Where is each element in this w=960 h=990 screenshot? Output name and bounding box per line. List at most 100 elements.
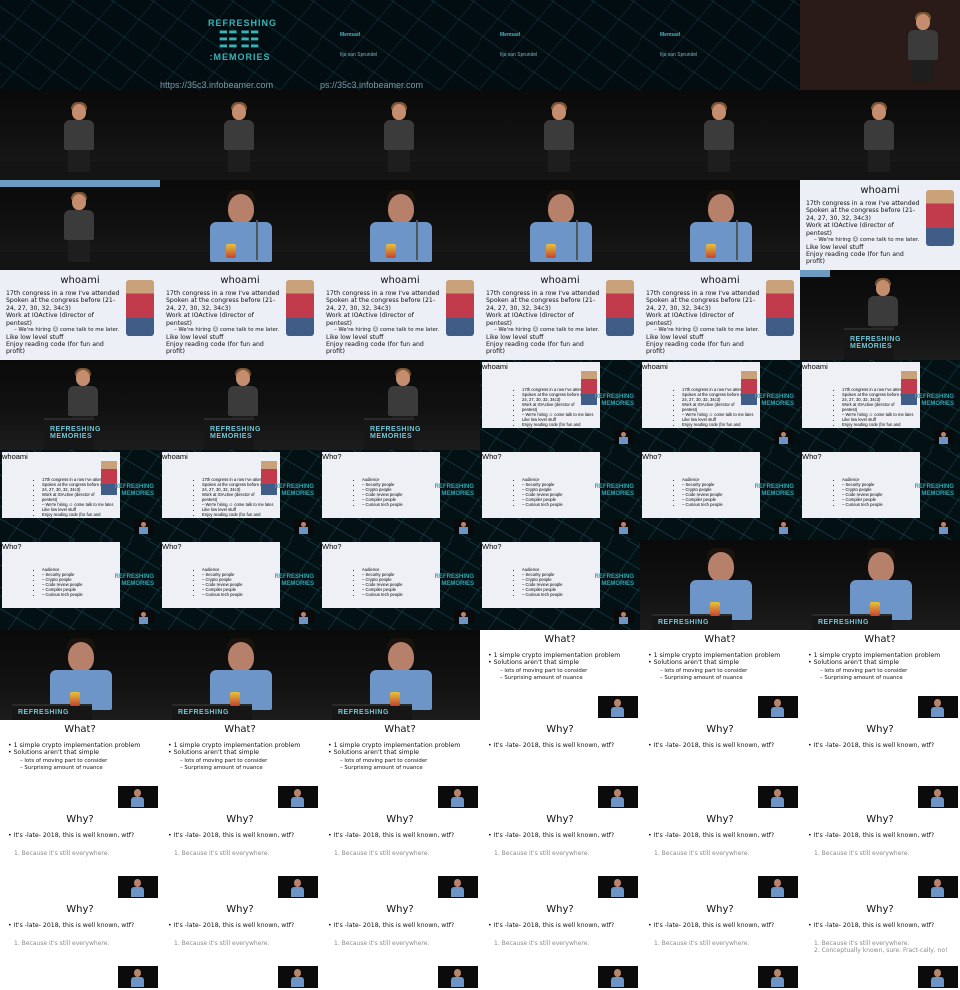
slide-bullet: 24, 27, 30, 32, 34c3) <box>806 214 871 222</box>
slide-bullet: 17th congress in a row I've attended <box>6 290 120 297</box>
slide-bullets: Audience– Security people– Crypto people… <box>162 567 280 597</box>
slide-bullet: profit) <box>166 348 185 356</box>
podium: REFRESHING <box>332 704 412 720</box>
slide-bullet: • 1 simple crypto implementation problem <box>488 652 621 659</box>
slide-bullet: pentest) <box>326 319 352 327</box>
speaker-pip <box>598 876 638 898</box>
slide-bullet: Spoken at the congress before (21- <box>486 297 596 305</box>
slide-inset: whoami17th congress in a row I've attend… <box>2 452 120 518</box>
slide-title: Why? <box>386 904 414 915</box>
podium: REFRESHING <box>12 704 92 720</box>
speaker-pip <box>934 520 954 534</box>
speaker-pip <box>918 876 958 898</box>
slide-title: Why? <box>226 814 254 825</box>
video-frame: Who? Audience– Security people– Crypto pe… <box>160 540 320 630</box>
slide-bullet: – lots of moving part to consider <box>180 758 268 764</box>
video-frame: whoami17th congress in a row I've attend… <box>480 270 640 360</box>
slide-inset: Who? Audience– Security people– Crypto pe… <box>482 452 600 518</box>
slide-bullet: Enjoy reading code (for fun and <box>166 341 264 349</box>
slide-bullets: • 1 simple crypto implementation problem… <box>328 742 460 757</box>
slide-bullet: • Solutions aren't that simple <box>8 749 99 757</box>
slide-inset: Who? Audience– Security people– Crypto pe… <box>322 452 440 518</box>
slide-bullet: profit) <box>842 427 920 428</box>
slide-bullet: 1. Because it's still everywhere. <box>174 850 270 857</box>
conference-logo: REFRESHING ☷☷:MEMORIES <box>208 18 278 62</box>
slide-bullet: • It's -late- 2018, this is well known, … <box>488 742 615 749</box>
slide-title: Why? <box>706 814 734 825</box>
slide-bullet: 24, 27, 30, 32, 34c3) <box>6 304 71 312</box>
slide-bullet: 1. Because it's still everywhere. <box>14 940 110 947</box>
slide-inset: whoami17th congress in a row I've attend… <box>162 452 280 518</box>
slide-title: Why? <box>866 814 894 825</box>
slide-bullet: 24, 27, 30, 32, 34c3) <box>326 304 391 312</box>
slide-bullet: • It's -late- 2018, this is well known, … <box>168 922 295 929</box>
video-frame: Who? Audience– Security people– Crypto pe… <box>480 450 640 540</box>
url-overlay: https://35c3.infobeamer.com <box>160 80 274 90</box>
slide-bullets: 1. Because it's still everywhere. 2. Conc… <box>814 940 948 955</box>
slide-bullets: • 1 simple crypto implementation problem… <box>648 652 780 667</box>
video-frame: Why? • It's -late- 2018, this is well kno… <box>160 900 320 990</box>
slide-inset: Who? Audience– Security people– Crypto pe… <box>802 452 920 518</box>
video-frame <box>160 90 320 180</box>
slide-bullet: – Curious tech people <box>362 502 440 507</box>
video-frame: REFRESHING <box>800 540 960 630</box>
speaker-pip <box>758 876 798 898</box>
slide-bullets: • 1 simple crypto implementation problem… <box>8 742 140 757</box>
slide-inset: Who? Audience– Security people– Crypto pe… <box>322 542 440 608</box>
slide-bullet: pentest) <box>646 319 672 327</box>
slide-bullet: • It's -late- 2018, this is well known, … <box>648 832 775 839</box>
slide-bullet: Enjoy reading code (for fun and <box>806 251 904 259</box>
slide-title: whoami <box>802 362 828 371</box>
slide-bullet: – Surprising amount of nuance <box>820 674 903 681</box>
slide-inset: whoami17th congress in a row I've attend… <box>802 362 920 428</box>
slide-bullet: – Curious tech people <box>362 592 440 597</box>
slide-bullets: Audience– Security people– Crypto people… <box>322 477 440 507</box>
speaker-pip <box>614 610 634 624</box>
slide-bullet: Like low level stuff <box>166 333 224 341</box>
speaker-photo <box>606 280 634 336</box>
speaker-pip <box>118 876 158 898</box>
slide-bullet: • It's -late- 2018, this is well known, … <box>648 922 775 929</box>
video-frame: Who? Audience– Security people– Crypto pe… <box>320 540 480 630</box>
slide-title: What? <box>704 634 736 645</box>
speaker-pip <box>278 966 318 988</box>
conference-logo: REFRESHING MEMORIES <box>754 394 794 407</box>
speaker-pip <box>758 786 798 808</box>
slide-bullets: • It's -late- 2018, this is well known, … <box>8 832 134 839</box>
slide-title: Who? <box>642 452 662 461</box>
speaker-name: Ilja van Sprundel <box>500 52 538 58</box>
slide-inset: Who? Audience– Security people– Crypto pe… <box>482 542 600 608</box>
slide-title: Who? <box>162 542 182 551</box>
slide-bullets: • It's -late- 2018, this is well known, … <box>168 922 294 929</box>
slide-bullet: – Surprising amount of nuance <box>20 764 103 771</box>
slide-bullets: – lots of moving part to consider – Surpr… <box>652 668 747 681</box>
video-frame: whoami17th congress in a row I've attend… <box>800 180 960 270</box>
slide-bullets: • It's -late- 2018, this is well known, … <box>488 832 614 839</box>
video-frame: Why? • It's -late- 2018, this is well kno… <box>0 900 160 990</box>
video-frame: whoami17th congress in a row I've attend… <box>0 450 160 540</box>
video-frame: Why? • It's -late- 2018, this is well kno… <box>320 810 480 900</box>
video-frame: REFRESHING MEMORIES <box>800 270 960 360</box>
video-frame: Why? • It's -late- 2018, this is well kno… <box>480 810 640 900</box>
slide-bullet: 1. Because it's still everywhere. <box>814 940 910 947</box>
slide-bullet: 1. Because it's still everywhere. <box>174 940 270 947</box>
slide-bullets: 17th congress in a row I've attendedSpok… <box>486 290 599 356</box>
slide-bullet: profit) <box>646 348 665 356</box>
slide-bullets: 17th congress in a row I've attendedSpok… <box>646 290 759 356</box>
slide-bullet: – Curious tech people <box>202 592 280 597</box>
slide-bullet: 1. Because it's still everywhere. <box>654 940 750 947</box>
video-frame: whoami17th congress in a row I've attend… <box>640 270 800 360</box>
slide-bullets: • 1 simple crypto implementation problem… <box>808 652 940 667</box>
slide-bullets: – lots of moving part to consider – Surpr… <box>172 758 267 771</box>
slide-bullet: Spoken at the congress before (21- <box>326 297 436 305</box>
video-frame: What? • 1 simple crypto implementation pr… <box>800 630 960 720</box>
video-frame: Why? • It's -late- 2018, this is well kno… <box>640 720 800 810</box>
speaker-photo <box>286 280 314 336</box>
slide-bullet: – We're hiring ☺ come talk to me later. <box>494 327 600 334</box>
speaker-pip <box>454 520 474 534</box>
slide-bullet: 24, 27, 30, 32, 34c3) <box>486 304 551 312</box>
speaker-pip <box>454 610 474 624</box>
slide-bullets: • It's -late- 2018, this is well known, … <box>648 922 774 929</box>
video-frame: Memsad Ilja van Sprundel ps://35c3.infobea… <box>320 0 480 90</box>
slide-bullet: Like low level stuff <box>6 333 64 341</box>
